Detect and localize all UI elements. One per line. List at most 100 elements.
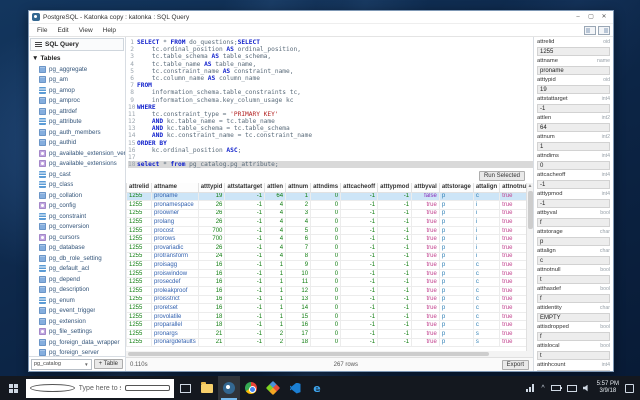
table-row[interactable]: 1255 pronargdefaults 21 -1 2 18 0 -1 -1 true p s tru… (126, 337, 526, 348)
panel-layout-left-button[interactable] (584, 26, 596, 35)
table-row[interactable]: 1255 proretset 16 -1 1 14 0 -1 -1 true p c true (126, 303, 526, 313)
sidebar-item-pg_attrdef[interactable]: pg_attrdef (39, 106, 125, 117)
table-row[interactable]: 1255 provariadic 26 -1 4 7 0 -1 -1 true p i true (126, 243, 526, 253)
sidebar-item-pg_description[interactable]: pg_description (39, 285, 125, 296)
grid-header-attnotnull[interactable]: attnotnull (499, 183, 526, 193)
field-value-input[interactable]: c (537, 256, 610, 265)
sidebar-item-pg_collation[interactable]: pg_collation (39, 190, 125, 201)
sidebar-item-pg_class[interactable]: pg_class (39, 180, 125, 191)
code-line-8[interactable]: 8 information_schema.table_constraints t… (128, 89, 533, 96)
code-line-17[interactable]: 17 (128, 154, 533, 161)
sidebar-item-pg_default_acl[interactable]: pg_default_acl (39, 264, 125, 275)
edge-button[interactable]: e (306, 376, 328, 400)
grid-header-attlen[interactable]: attlen (264, 183, 287, 193)
grid-header-attbyval[interactable]: attbyval (411, 183, 440, 193)
grid-header-attcacheoff[interactable]: attcacheoff (340, 183, 379, 193)
diagram-app-button[interactable] (262, 376, 284, 400)
chrome-button[interactable] (240, 376, 262, 400)
menu-item-file[interactable]: File (33, 26, 51, 35)
export-button[interactable]: Export (501, 359, 529, 370)
table-row[interactable]: 1255 provolatile 18 -1 1 15 0 -1 -1 true p c true (126, 311, 526, 322)
grid-header-attname[interactable]: attname (151, 183, 199, 193)
scroll-up-icon[interactable]: ▲ (528, 183, 533, 190)
code-line-3[interactable]: 3 tc.table_schema AS table_schema, (128, 53, 533, 60)
tables-tree-node[interactable]: ▼ Tables (29, 52, 125, 64)
field-value-input[interactable]: -1 (537, 104, 610, 113)
table-row[interactable]: 1255 prorows 700 -1 4 6 0 -1 -1 true p i true (126, 234, 526, 245)
sidebar-item-pg_event_trigger[interactable]: pg_event_trigger (39, 306, 125, 317)
grid-header-atttypid[interactable]: atttypid (197, 183, 226, 193)
table-row[interactable]: 1255 proname 19 -1 64 1 0 -1 -1 false p c true (126, 191, 526, 202)
code-line-6[interactable]: 6 tc.column_name AS column_name (128, 75, 533, 82)
field-value-input[interactable]: 1255 (537, 47, 610, 56)
field-value-input[interactable]: f (537, 294, 610, 303)
sidebar-item-pg_am[interactable]: pg_am (39, 75, 125, 86)
taskbar-clock[interactable]: 5:57 PM 3/9/18 (597, 381, 619, 395)
field-value-input[interactable]: proname (537, 66, 610, 75)
hidden-icons-chevron[interactable]: ^ (541, 385, 544, 392)
grid-vertical-scrollbar[interactable]: ▲ (526, 183, 533, 351)
microphone-icon[interactable] (125, 385, 171, 391)
sidebar-item-pg_aggregate[interactable]: pg_aggregate (39, 64, 125, 75)
taskbar-search[interactable]: Type here to search (26, 378, 174, 398)
field-value-input[interactable]: 0 (537, 161, 610, 170)
table-row[interactable]: 1255 proiswindow 16 -1 1 10 0 -1 -1 true p c true (126, 268, 526, 279)
sidebar-item-pg_enum[interactable]: pg_enum (39, 295, 125, 306)
field-value-input[interactable]: f (537, 218, 610, 227)
field-value-input[interactable]: 0 (537, 370, 610, 371)
grid-header-atttypmod[interactable]: atttypmod (377, 183, 413, 193)
table-row[interactable]: 1255 prolang 26 -1 4 4 0 -1 -1 true p i true (126, 217, 526, 227)
sidebar-item-pg_attribute[interactable]: pg_attribute (39, 117, 125, 128)
code-line-18[interactable]: 18 select * from pg_catalog.pg_attribute; (128, 161, 533, 169)
sql-editor[interactable]: 1 SELECT * FROM do_questions;SELECT 2 tc.o… (126, 37, 533, 169)
start-button[interactable] (0, 376, 26, 400)
field-value-input[interactable]: 64 (537, 123, 610, 132)
file-explorer-button[interactable] (196, 376, 218, 400)
hscroll-thumb[interactable] (128, 352, 489, 356)
run-selected-button[interactable]: Run Selected (478, 171, 525, 181)
monitor-icon[interactable] (566, 384, 577, 392)
table-row[interactable]: 1255 proowner 26 -1 4 3 0 -1 -1 true p i true (126, 208, 526, 219)
postgresql-taskbar-button[interactable] (218, 376, 240, 400)
grid-header-attrelid[interactable]: attrelid (126, 183, 153, 193)
grid-horizontal-scrollbar[interactable] (126, 351, 533, 357)
sidebar-item-pg_available_extension_ver[interactable]: pg_available_extension_ver (39, 148, 125, 159)
code-line-15[interactable]: 15 ORDER BY (128, 140, 533, 147)
table-row[interactable]: 1255 protransform 24 -1 4 8 0 -1 -1 true p i true (126, 251, 526, 262)
sidebar-item-pg_amproc[interactable]: pg_amproc (39, 96, 125, 107)
sidebar-item-pg_db_role_setting[interactable]: pg_db_role_setting (39, 253, 125, 264)
grid-header-attstorage[interactable]: attstorage (438, 183, 474, 193)
sidebar-item-pg_constraint[interactable]: pg_constraint (39, 211, 125, 222)
grid-header-attnum[interactable]: attnum (285, 183, 312, 193)
field-value-input[interactable]: 1 (537, 142, 610, 151)
table-row[interactable]: 1255 prosecdef 16 -1 1 11 0 -1 -1 true p c true (126, 277, 526, 288)
code-line-5[interactable]: 5 tc.constraint_name AS constraint_name, (128, 68, 533, 75)
sidebar-item-pg_database[interactable]: pg_database (39, 243, 125, 254)
field-value-input[interactable]: p (537, 237, 610, 246)
table-row[interactable]: 1255 pronamespace 26 -1 4 2 0 -1 -1 true p i true (126, 200, 526, 210)
minimize-button[interactable]: – (574, 14, 582, 20)
grid-header-attalign[interactable]: attalign (472, 183, 501, 193)
sidebar-item-pg_depend[interactable]: pg_depend (39, 274, 125, 285)
close-button[interactable]: ✕ (600, 14, 608, 20)
results-grid[interactable]: attrelid attname atttypid attstattarget attl… (126, 183, 526, 351)
schema-select[interactable]: pg_catalog ▼ (31, 358, 92, 370)
code-line-1[interactable]: 1 SELECT * FROM do_questions;SELECT (128, 39, 533, 46)
task-view-button[interactable] (174, 376, 196, 400)
field-value-input[interactable]: t (537, 351, 610, 360)
field-value-input[interactable]: EMPTY (537, 313, 610, 322)
menu-item-help[interactable]: Help (99, 26, 120, 35)
sidebar-item-pg_config[interactable]: pg_config (39, 201, 125, 212)
grid-header-attstattarget[interactable]: attstattarget (224, 183, 266, 193)
table-row[interactable]: 1255 proparallel 18 -1 1 16 0 -1 -1 true p c true (126, 320, 526, 330)
code-line-7[interactable]: 7 FROM (128, 82, 533, 89)
tree-expand-icon[interactable]: ▼ (32, 55, 38, 62)
sidebar-item-pg_extension[interactable]: pg_extension (39, 316, 125, 327)
code-line-13[interactable]: 13 AND kc.table_schema = tc.table_schema (128, 125, 533, 132)
code-line-9[interactable]: 9 information_schema.key_column_usage kc (128, 97, 533, 104)
code-line-4[interactable]: 4 tc.table_name AS table_name, (128, 61, 533, 68)
panel-layout-right-button[interactable] (598, 26, 610, 35)
sidebar-item-pg_available_extensions[interactable]: pg_available_extensions (39, 159, 125, 170)
field-value-input[interactable]: t (537, 275, 610, 284)
title-bar[interactable]: PostgreSQL - Katonka copy : katonka : SQ… (29, 11, 613, 24)
